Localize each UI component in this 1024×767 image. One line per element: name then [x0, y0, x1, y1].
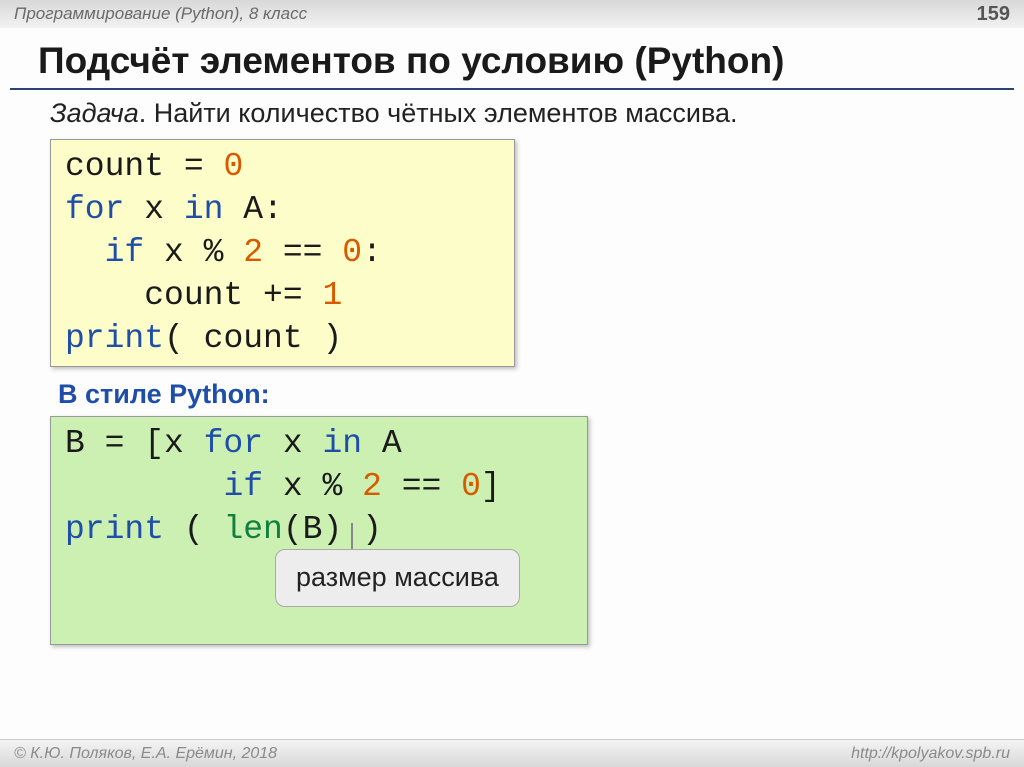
- subheading: В стиле Python:: [0, 367, 1024, 416]
- code-block-2: B = [x for x in A if x % 2 == 0] print (…: [50, 416, 588, 644]
- footer-url: http://kpolyakov.spb.ru: [851, 745, 1010, 763]
- code-number: 2: [362, 468, 382, 505]
- task-line: Задача. Найти количество чётных элементо…: [0, 90, 1024, 139]
- code-number: 0: [461, 468, 481, 505]
- code-text: B = [x: [65, 425, 204, 462]
- task-text: . Найти количество чётных элементов масс…: [139, 98, 738, 128]
- code-keyword: in: [322, 425, 362, 462]
- code-text: A:: [223, 191, 282, 228]
- code-text: (: [164, 511, 223, 548]
- code-keyword: if: [223, 468, 263, 505]
- code-text: ==: [263, 234, 342, 271]
- code-text: x: [263, 425, 322, 462]
- footer-bar: © К.Ю. Поляков, Е.А. Ерёмин, 2018 http:/…: [0, 739, 1024, 767]
- code-text: x %: [263, 468, 362, 505]
- header-bar: Программирование (Python), 8 класс 159: [0, 0, 1024, 28]
- code-text: A: [362, 425, 402, 462]
- code-number: 0: [342, 234, 362, 271]
- code-text: x %: [144, 234, 243, 271]
- code-block-1: count = 0 for x in A: if x % 2 == 0: cou…: [50, 139, 515, 367]
- code-text: ==: [382, 468, 461, 505]
- footer-copyright: © К.Ю. Поляков, Е.А. Ерёмин, 2018: [14, 745, 277, 763]
- code-indent: [65, 468, 223, 505]
- code-text: count +=: [65, 277, 322, 314]
- code-text: (B) ): [283, 511, 382, 548]
- code-function: len: [223, 511, 282, 548]
- page-number: 159: [977, 3, 1010, 26]
- code-text: ( count ): [164, 320, 342, 357]
- code-indent: [65, 234, 105, 271]
- code-text: :: [362, 234, 382, 271]
- code-text: x: [124, 191, 183, 228]
- code-text: ]: [481, 468, 501, 505]
- callout-connector: [351, 523, 353, 551]
- code-keyword: for: [204, 425, 263, 462]
- code-keyword: for: [65, 191, 124, 228]
- code-keyword: if: [105, 234, 145, 271]
- code-keyword: print: [65, 320, 164, 357]
- slide-title: Подсчёт элементов по условию (Python): [0, 28, 1024, 88]
- code-number: 0: [223, 148, 243, 185]
- code-number: 2: [243, 234, 263, 271]
- course-label: Программирование (Python), 8 класс: [14, 4, 307, 24]
- task-label: Задача: [50, 98, 139, 128]
- code-number: 1: [322, 277, 342, 314]
- code-keyword: in: [184, 191, 224, 228]
- code-keyword: print: [65, 511, 164, 548]
- code-text: count =: [65, 148, 223, 185]
- callout-box: размер массива: [275, 549, 520, 606]
